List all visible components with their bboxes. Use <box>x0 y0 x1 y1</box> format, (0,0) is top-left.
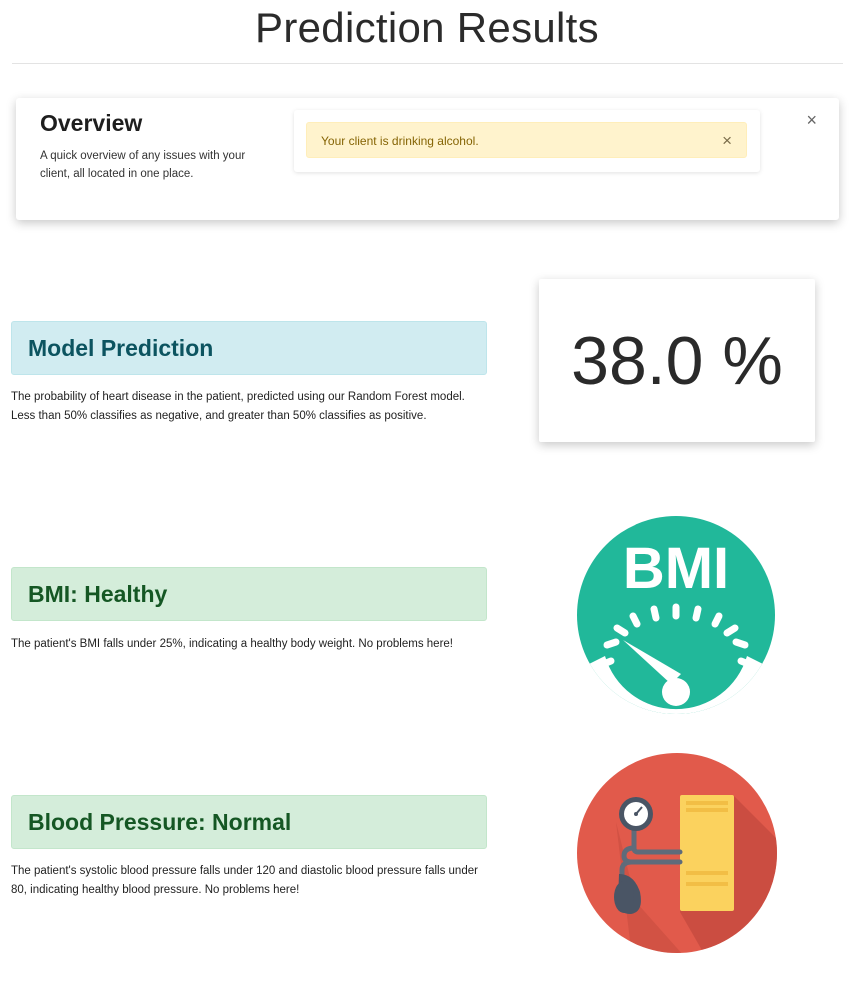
overview-heading: Overview <box>40 110 143 136</box>
alert-text: Your client is drinking alcohol. <box>321 134 479 148</box>
overview-description: A quick overview of any issues with your… <box>40 150 246 180</box>
model-prediction-heading: Model Prediction <box>28 335 214 361</box>
bmi-gauge-icon: BMI <box>577 516 775 714</box>
bmi-header: BMI: Healthy <box>11 567 487 621</box>
prediction-value: 38.0 % <box>571 323 783 399</box>
blood-pressure-monitor-icon <box>576 752 778 954</box>
bmi-heading: BMI: Healthy <box>28 581 168 607</box>
model-prediction-header: Model Prediction <box>11 321 487 375</box>
alcohol-alert: Your client is drinking alcohol. × <box>306 122 747 158</box>
model-prediction-description: The probability of heart disease in the … <box>11 391 465 422</box>
blood-pressure-header: Blood Pressure: Normal <box>11 795 487 849</box>
alert-close-button[interactable]: × <box>722 131 732 151</box>
blood-pressure-description: The patient's systolic blood pressure fa… <box>11 865 478 896</box>
title-divider <box>12 63 843 64</box>
blood-pressure-heading: Blood Pressure: Normal <box>28 809 292 835</box>
prediction-value-card: 38.0 % <box>539 279 815 442</box>
overview-close-button[interactable]: × <box>806 111 817 129</box>
overview-card: Overview A quick overview of any issues … <box>16 98 839 220</box>
alert-container: Your client is drinking alcohol. × <box>294 110 760 172</box>
bmi-icon-text: BMI <box>623 536 729 601</box>
bmi-description: The patient's BMI falls under 25%, indic… <box>11 638 453 650</box>
page-title: Prediction Results <box>255 4 599 51</box>
